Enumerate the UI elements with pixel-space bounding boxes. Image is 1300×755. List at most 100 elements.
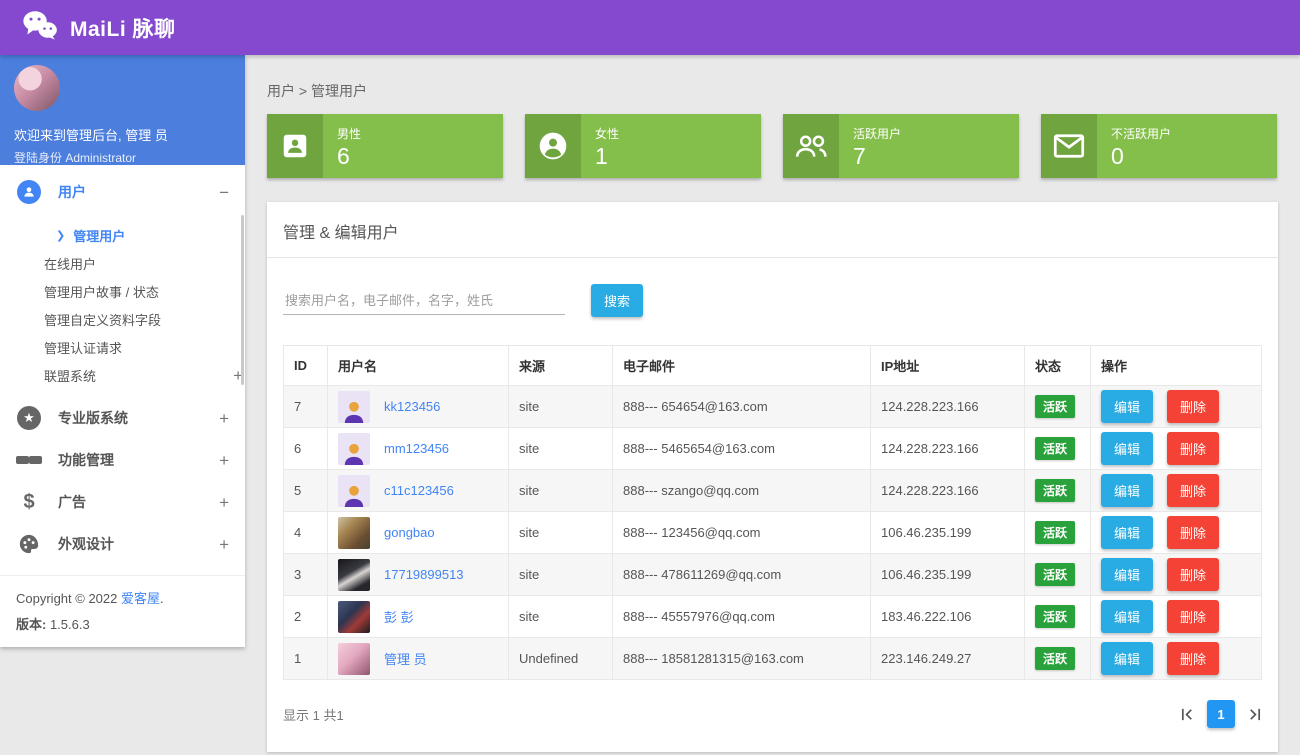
female-person-icon (525, 114, 581, 178)
username-link[interactable]: kk123456 (384, 399, 440, 414)
edit-button[interactable]: 编辑 (1101, 558, 1153, 591)
collapse-minus-icon[interactable]: − (219, 184, 229, 201)
user-avatar (338, 559, 370, 591)
expand-plus-icon[interactable]: + (219, 494, 229, 511)
sidebar-item-manage-users[interactable]: ❯ 管理用户 (0, 221, 245, 249)
table-row: 2 彭 彭 site 888--- 45557976@qq.com 183.46… (284, 596, 1262, 638)
cell-source: site (509, 386, 613, 428)
version-line: 版本: 1.5.6.3 (16, 614, 229, 633)
stat-cards: 男性 6 女性 1 活跃用户 7 (267, 114, 1278, 178)
brand[interactable]: MaiLi 脉聊 (22, 10, 176, 45)
username-link[interactable]: mm123456 (384, 441, 449, 456)
edit-button[interactable]: 编辑 (1101, 516, 1153, 549)
edit-button[interactable]: 编辑 (1101, 600, 1153, 633)
user-icon (16, 180, 42, 204)
user-avatar (338, 601, 370, 633)
sidebar-item-affiliate-system[interactable]: 联盟系统 + (0, 361, 245, 389)
table-row: 4 gongbao site 888--- 123456@qq.com 106.… (284, 512, 1262, 554)
sidebar-item-users[interactable]: 用户 − (0, 171, 245, 213)
table-row: 7 kk123456 site 888--- 654654@163.com 12… (284, 386, 1262, 428)
col-id: ID (284, 346, 328, 386)
stat-value: 6 (337, 143, 361, 170)
table-footer: 显示 1 共1 1 (267, 680, 1278, 750)
stat-label: 活跃用户 (853, 125, 901, 142)
sidebar-item-online-users[interactable]: 在线用户 (0, 249, 245, 277)
status-badge: 活跃 (1035, 605, 1075, 628)
cell-id: 7 (284, 386, 328, 428)
male-badge-icon (267, 114, 323, 178)
edit-button[interactable]: 编辑 (1101, 474, 1153, 507)
username-link[interactable]: gongbao (384, 525, 435, 540)
edit-button[interactable]: 编辑 (1101, 390, 1153, 423)
stat-value: 0 (1111, 143, 1171, 170)
username-link[interactable]: 17719899513 (384, 567, 464, 582)
cell-ip: 124.228.223.166 (871, 386, 1025, 428)
col-source: 来源 (509, 346, 613, 386)
sidebar-item-custom-fields[interactable]: 管理自定义资料字段 (0, 305, 245, 333)
username-link[interactable]: 彭 彭 (384, 607, 414, 626)
cell-email: 888--- 18581281315@163.com (613, 638, 871, 680)
delete-button[interactable]: 删除 (1167, 600, 1219, 633)
col-email: 电子邮件 (613, 346, 871, 386)
delete-button[interactable]: 删除 (1167, 390, 1219, 423)
inactive-mail-icon (1041, 114, 1097, 178)
sidebar-menu: 用户 − ❯ 管理用户 在线用户 管理用户故事 / 状态 管理自定义资料字段 管… (0, 165, 245, 643)
cell-email: 888--- 5465654@163.com (613, 428, 871, 470)
welcome-text: 欢迎来到管理后台, 管理 员 (14, 125, 231, 144)
rows-summary: 显示 1 共1 (283, 705, 344, 724)
sidebar-scrollbar[interactable] (241, 215, 244, 385)
cell-source: Undefined (509, 638, 613, 680)
stat-card-male: 男性 6 (267, 114, 503, 178)
last-page-icon[interactable] (1247, 707, 1262, 722)
version-label: 版本: (16, 617, 46, 632)
user-avatar (338, 433, 370, 465)
expand-plus-icon[interactable]: + (219, 452, 229, 469)
expand-plus-icon[interactable]: + (219, 410, 229, 427)
status-badge: 活跃 (1035, 563, 1075, 586)
sidebar-item-label: 管理认证请求 (44, 338, 122, 357)
delete-button[interactable]: 删除 (1167, 474, 1219, 507)
cell-ip: 106.46.235.199 (871, 512, 1025, 554)
chevron-right-icon: ❯ (56, 229, 65, 242)
table-row: 1 管理 员 Undefined 888--- 18581281315@163.… (284, 638, 1262, 680)
sidebar-item-appearance[interactable]: 外观设计 + (0, 523, 245, 565)
sidebar-item-feature-management[interactable]: 功能管理 + (0, 439, 245, 481)
search-row: 搜索 (267, 258, 1278, 345)
stat-value: 7 (853, 143, 901, 170)
delete-button[interactable]: 删除 (1167, 432, 1219, 465)
page-1-button[interactable]: 1 (1207, 700, 1235, 728)
edit-button[interactable]: 编辑 (1101, 642, 1153, 675)
table-header-row: ID 用户名 来源 电子邮件 IP地址 状态 操作 (284, 346, 1262, 386)
sidebar-item-pro-system[interactable]: ★ 专业版系统 + (0, 397, 245, 439)
status-badge: 活跃 (1035, 437, 1075, 460)
copyright: Copyright © 2022 爱客屋. 版本: 1.5.6.3 (0, 575, 245, 643)
sidebar-item-label: 管理用户故事 / 状态 (44, 282, 159, 301)
sidebar-item-label: 管理用户 (73, 226, 125, 245)
sidebar-item-user-stories[interactable]: 管理用户故事 / 状态 (0, 277, 245, 305)
delete-button[interactable]: 删除 (1167, 642, 1219, 675)
search-button[interactable]: 搜索 (591, 284, 643, 317)
delete-button[interactable]: 删除 (1167, 516, 1219, 549)
expand-plus-icon[interactable]: + (219, 536, 229, 553)
delete-button[interactable]: 删除 (1167, 558, 1219, 591)
cell-ip: 183.46.222.106 (871, 596, 1025, 638)
first-page-icon[interactable] (1180, 707, 1195, 722)
sidebar-item-ads[interactable]: $ 广告 + (0, 481, 245, 523)
col-status: 状态 (1025, 346, 1091, 386)
username-link[interactable]: 管理 员 (384, 649, 427, 668)
cell-id: 1 (284, 638, 328, 680)
app-header: MaiLi 脉聊 (0, 0, 1300, 55)
sidebar-item-label: 用户 (58, 182, 86, 202)
cell-ip: 223.146.249.27 (871, 638, 1025, 680)
cell-id: 6 (284, 428, 328, 470)
username-link[interactable]: c11c123456 (384, 483, 454, 498)
stat-card-inactive-users: 不活跃用户 0 (1041, 114, 1277, 178)
sidebar-item-label: 联盟系统 (44, 366, 96, 385)
sidebar-item-verification-requests[interactable]: 管理认证请求 (0, 333, 245, 361)
stat-card-active-users: 活跃用户 7 (783, 114, 1019, 178)
cell-source: site (509, 470, 613, 512)
sidebar-item-label: 广告 (58, 492, 86, 512)
search-input[interactable] (283, 287, 565, 315)
edit-button[interactable]: 编辑 (1101, 432, 1153, 465)
vendor-link[interactable]: 爱客屋 (121, 591, 160, 606)
